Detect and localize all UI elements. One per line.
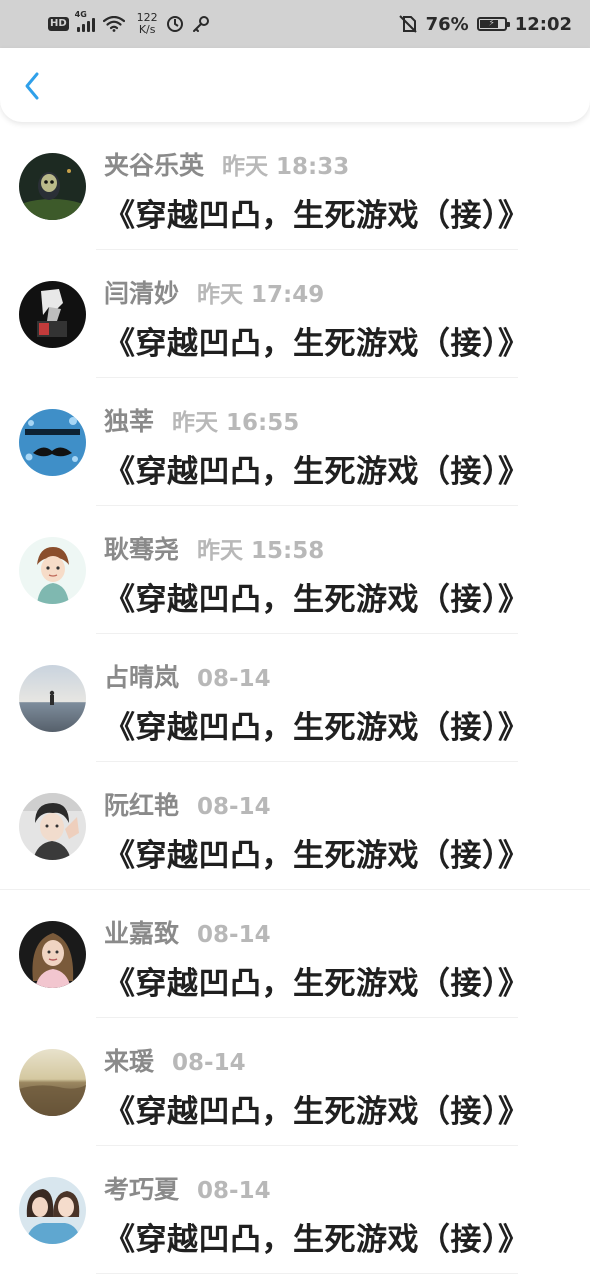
network-speed: 122 K/s [137,12,158,36]
user-name[interactable]: 耿骞尧 [104,530,179,566]
message-list: 夹谷乐英 昨天 18:33 《穿越凹凸，生死游戏（接）》 闫清妙 昨天 17:4… [0,122,590,1280]
avatar[interactable] [19,921,86,988]
message-meta: 阮红艳 08-14 [104,786,271,822]
user-name[interactable]: 来瑗 [104,1042,154,1078]
data-saver-icon [166,15,184,33]
timestamp: 08-14 [197,666,271,692]
status-bar-left: HD 4G 122 K/s [48,10,210,36]
timestamp: 昨天 17:49 [197,282,325,308]
charging-bolt-icon: ⚡ [488,18,495,29]
signal-icon: 4G [75,10,95,32]
list-item[interactable]: 阮红艳 08-14 《穿越凹凸，生死游戏（接）》 [0,762,590,890]
message-text[interactable]: 《穿越凹凸，生死游戏（接）》 [104,574,530,619]
message-text[interactable]: 《穿越凹凸，生死游戏（接）》 [104,830,530,875]
network-speed-unit: K/s [138,23,156,36]
user-name[interactable]: 夹谷乐英 [104,146,204,182]
avatar[interactable] [19,1049,86,1116]
list-item[interactable]: 夹谷乐英 昨天 18:33 《穿越凹凸，生死游戏（接）》 [0,122,590,250]
user-name[interactable]: 业嘉致 [104,914,179,950]
list-item[interactable]: 独莘 昨天 16:55 《穿越凹凸，生死游戏（接）》 [0,378,590,506]
battery-percent: 76% [425,13,469,35]
message-text[interactable]: 《穿越凹凸，生死游戏（接）》 [104,1086,530,1131]
avatar[interactable] [19,409,86,476]
top-app-bar [0,48,590,122]
avatar[interactable] [19,793,86,860]
clock: 12:02 [514,13,572,35]
user-name[interactable]: 阮红艳 [104,786,179,822]
timestamp: 08-14 [197,1178,271,1204]
wifi-icon [102,16,125,32]
hd-icon: HD [48,17,69,31]
list-item[interactable]: 来瑗 08-14 《穿越凹凸，生死游戏（接）》 [0,1018,590,1146]
back-button[interactable] [16,70,48,102]
avatar[interactable] [19,537,86,604]
message-meta: 占晴岚 08-14 [104,658,271,694]
user-name[interactable]: 独莘 [104,402,154,438]
list-item[interactable]: 业嘉致 08-14 《穿越凹凸，生死游戏（接）》 [0,890,590,1018]
user-name[interactable]: 占晴岚 [104,658,179,694]
message-meta: 业嘉致 08-14 [104,914,271,950]
timestamp: 昨天 16:55 [172,410,300,436]
list-item[interactable]: 占晴岚 08-14 《穿越凹凸，生死游戏（接）》 [0,634,590,762]
timestamp: 昨天 15:58 [197,538,325,564]
status-bar-right: 76% ⚡ 12:02 [398,14,572,35]
timestamp: 08-14 [172,1050,246,1076]
network-type-label: 4G [74,10,87,19]
status-bar: HD 4G 122 K/s 76% ⚡ 12:02 [0,0,590,48]
list-item[interactable]: 闫清妙 昨天 17:49 《穿越凹凸，生死游戏（接）》 [0,250,590,378]
timestamp: 08-14 [197,922,271,948]
message-text[interactable]: 《穿越凹凸，生死游戏（接）》 [104,190,530,235]
message-meta: 闫清妙 昨天 17:49 [104,274,324,310]
message-meta: 考巧夏 08-14 [104,1170,271,1206]
avatar[interactable] [19,1177,86,1244]
list-item[interactable]: 耿骞尧 昨天 15:58 《穿越凹凸，生死游戏（接）》 [0,506,590,634]
list-item[interactable]: 考巧夏 08-14 《穿越凹凸，生死游戏（接）》 [0,1146,590,1274]
divider [96,1273,518,1274]
avatar[interactable] [19,665,86,732]
message-meta: 来瑗 08-14 [104,1042,246,1078]
timestamp: 08-14 [197,794,271,820]
no-sim-icon [398,14,418,34]
message-meta: 独莘 昨天 16:55 [104,402,299,438]
message-text[interactable]: 《穿越凹凸，生死游戏（接）》 [104,958,530,1003]
avatar[interactable] [19,281,86,348]
message-text[interactable]: 《穿越凹凸，生死游戏（接）》 [104,702,530,747]
message-text[interactable]: 《穿越凹凸，生死游戏（接）》 [104,1214,530,1259]
chevron-left-icon [25,72,39,100]
battery-icon: ⚡ [476,17,510,31]
message-text[interactable]: 《穿越凹凸，生死游戏（接）》 [104,318,530,363]
key-icon [192,15,210,33]
user-name[interactable]: 考巧夏 [104,1170,179,1206]
message-meta: 夹谷乐英 昨天 18:33 [104,146,349,182]
avatar[interactable] [19,153,86,220]
message-meta: 耿骞尧 昨天 15:58 [104,530,324,566]
message-text[interactable]: 《穿越凹凸，生死游戏（接）》 [104,446,530,491]
timestamp: 昨天 18:33 [222,154,350,180]
user-name[interactable]: 闫清妙 [104,274,179,310]
